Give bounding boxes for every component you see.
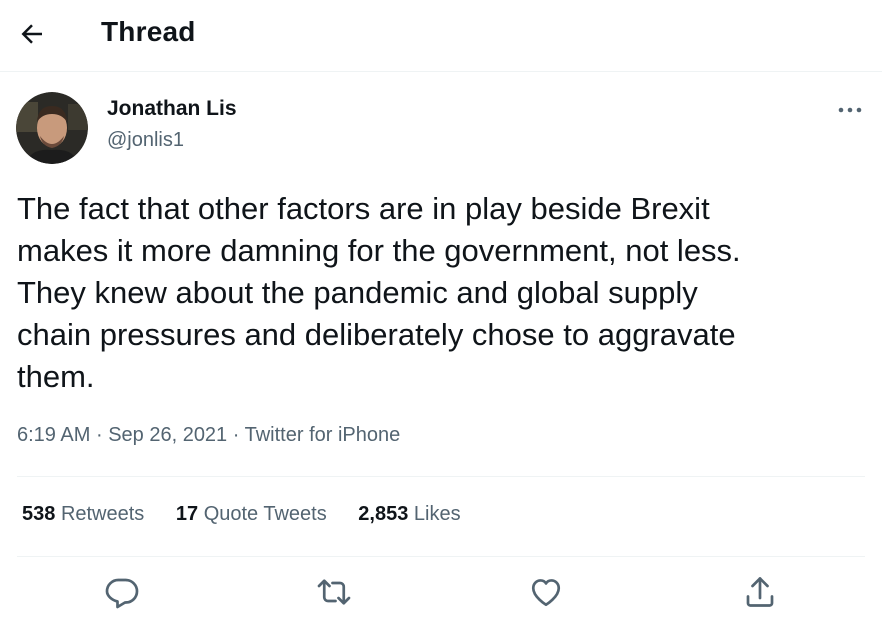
divider xyxy=(17,476,865,477)
page-title: Thread xyxy=(101,16,196,47)
tweet-text-line: The fact that other factors are in play … xyxy=(17,191,710,226)
avatar[interactable] xyxy=(16,92,88,164)
tweet-text-line: makes it more damning for the government… xyxy=(17,233,741,268)
likes-label: Likes xyxy=(413,503,461,525)
arrow-left-icon[interactable] xyxy=(17,19,47,49)
quote-tweets-count: 17 xyxy=(175,503,199,525)
tweet-text: The fact that other factors are in play … xyxy=(17,188,867,398)
tweet-text-line: chain pressures and deliberately chose t… xyxy=(17,317,736,352)
retweets-count: 538 xyxy=(22,503,56,525)
more-options-icon[interactable] xyxy=(832,96,868,124)
quote-tweets-label: Quote Tweets xyxy=(203,503,327,525)
tweet-time[interactable]: 6:19 AM xyxy=(17,424,90,446)
tweet-metadata: 6:19 AM · Sep 26, 2021 · Twitter for iPh… xyxy=(17,424,400,447)
author-name[interactable]: Jonathan Lis xyxy=(107,97,237,121)
meta-separator: · xyxy=(232,424,240,446)
quote-tweets-stat[interactable]: 17 Quote Tweets xyxy=(176,503,327,526)
divider xyxy=(17,556,865,557)
tweet-date[interactable]: Sep 26, 2021 xyxy=(108,424,227,446)
likes-count: 2,853 xyxy=(358,503,409,525)
tweet-stats: 538 Retweets 17 Quote Tweets 2,853 Likes xyxy=(22,503,487,526)
thread-header: Thread xyxy=(0,0,882,72)
likes-stat[interactable]: 2,853 Likes xyxy=(358,503,460,526)
retweets-label: Retweets xyxy=(60,503,145,525)
meta-separator: · xyxy=(95,424,103,446)
tweet-text-line: them. xyxy=(17,359,95,394)
tweet-source[interactable]: Twitter for iPhone xyxy=(245,424,401,446)
like-icon[interactable] xyxy=(528,574,564,610)
retweets-stat[interactable]: 538 Retweets xyxy=(22,503,144,526)
reply-icon[interactable] xyxy=(104,574,140,610)
author-handle[interactable]: @jonlis1 xyxy=(107,129,184,152)
retweet-icon[interactable] xyxy=(316,574,352,610)
share-icon[interactable] xyxy=(742,574,778,610)
tweet-text-line: They knew about the pandemic and global … xyxy=(17,275,698,310)
